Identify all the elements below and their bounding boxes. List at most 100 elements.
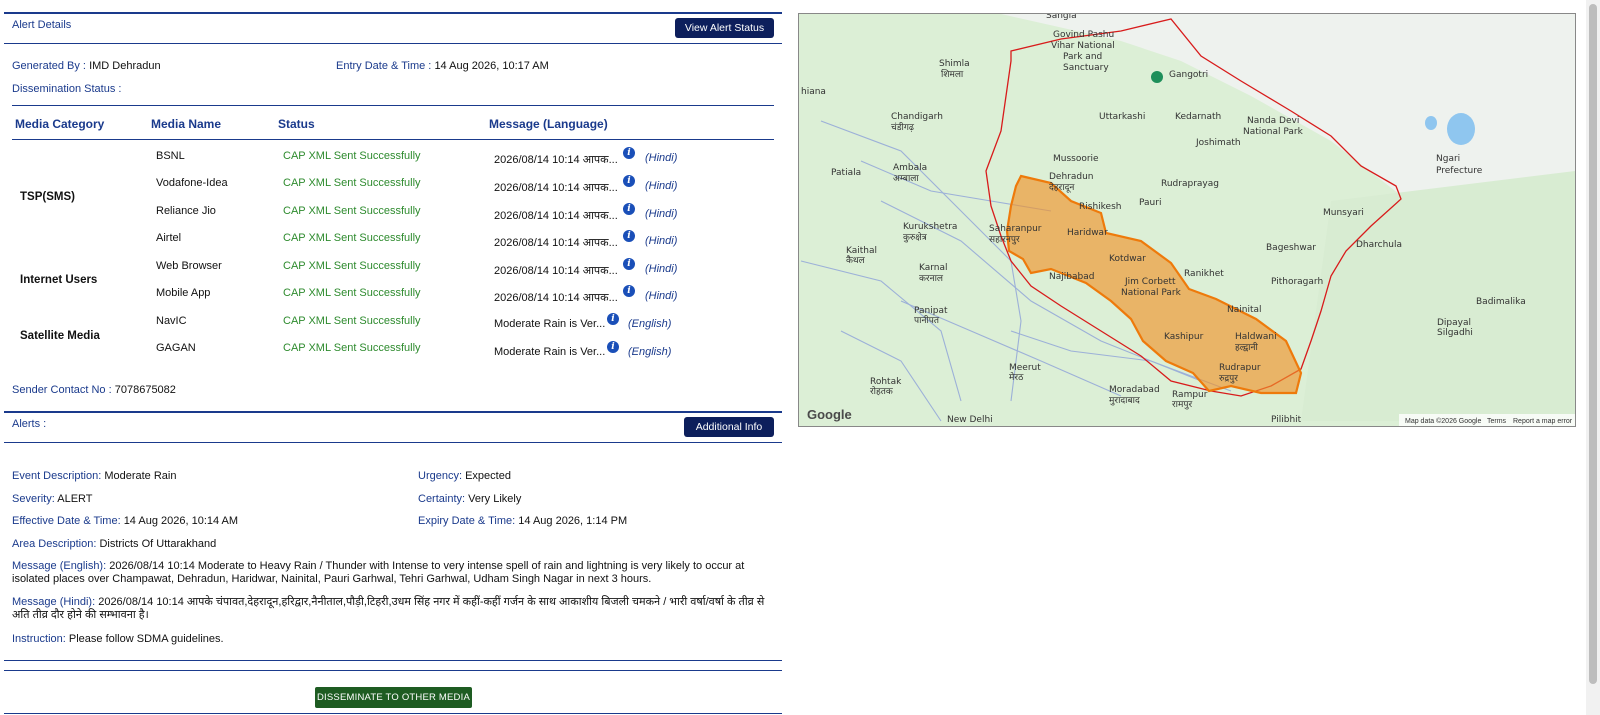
info-icon[interactable]: i (623, 147, 635, 159)
divider (4, 670, 782, 671)
message-language: (Hindi) (645, 152, 678, 164)
info-icon[interactable]: i (623, 203, 635, 215)
header-message-language: Message (Language) (489, 117, 608, 131)
map-place-label: Badimalika (1476, 297, 1526, 307)
gangotri-marker-icon (1151, 71, 1163, 83)
message-language: (Hindi) (645, 180, 678, 192)
map-place-label: Rudrapur (1219, 363, 1261, 373)
map-place-label: Panipat (914, 306, 948, 316)
certainty-label: Certainty: (418, 493, 466, 505)
map-place-label: Pithoragarh (1271, 277, 1323, 287)
map-attribution: Map data ©2026 Google (1405, 417, 1481, 425)
map-place-label: Ngari (1436, 154, 1460, 164)
map-place-label: चंडीगढ़ (891, 121, 915, 133)
message-preview: Moderate Rain is Ver... (494, 318, 606, 330)
map-place-label: Jim Corbett (1124, 277, 1176, 287)
generated-by-label: Generated By : (12, 60, 86, 72)
status-text: CAP XML Sent Successfully (283, 150, 421, 162)
map-place-label: Joshimath (1195, 138, 1241, 148)
map-place-label: सहारनपुर (989, 235, 1020, 245)
info-icon[interactable]: i (623, 285, 635, 297)
message-hindi-label: Message (Hindi): (12, 596, 96, 608)
map-place-label: National Park (1121, 288, 1182, 298)
message-hindi-value: 2026/08/14 10:14 आपके चंपावत,देहरादून,हर… (12, 596, 765, 621)
map-place-label: Karnal (919, 263, 948, 273)
map-place-label: करनाल (919, 274, 944, 284)
message-english-label: Message (English): (12, 560, 107, 572)
map-place-label: Mussoorie (1053, 154, 1099, 164)
map-place-label: Silgadhi (1437, 328, 1473, 338)
urgency: Urgency: Expected (418, 470, 511, 482)
map-place-label: Rudraprayag (1161, 179, 1219, 189)
alerts-heading: Alerts : (12, 418, 47, 430)
area-description-value: Districts Of Uttarakhand (99, 538, 217, 550)
map-lake (1425, 116, 1437, 130)
info-icon[interactable]: i (607, 341, 619, 353)
google-logo: Google (807, 407, 852, 422)
additional-info-button[interactable]: Additional Info (684, 417, 774, 437)
map-place-label: Sangla (1046, 14, 1077, 21)
area-description: Area Description: Districts Of Uttarakha… (12, 538, 216, 550)
message-language: (English) (628, 346, 672, 358)
map-canvas[interactable]: Sangla Govind PashuVihar NationalPark and… (799, 14, 1575, 426)
map-place-label: पानीपत (914, 314, 940, 326)
urgency-label: Urgency: (418, 470, 463, 482)
message-preview: 2026/08/14 10:14 आपक... (494, 237, 618, 249)
map-place-label: Bageshwar (1266, 243, 1316, 253)
divider (4, 660, 782, 661)
map-place-label: Park and (1063, 52, 1102, 62)
disseminate-to-other-media-button[interactable]: DISSEMINATE TO OTHER MEDIA (315, 687, 472, 708)
message-hindi: Message (Hindi): 2026/08/14 10:14 आपके च… (12, 596, 772, 622)
message-preview: 2026/08/14 10:14 आपक... (494, 210, 618, 222)
info-icon[interactable]: i (607, 313, 619, 325)
map-place-label: Nainital (1227, 305, 1262, 315)
info-icon[interactable]: i (623, 230, 635, 242)
map-place-label: Vihar National (1051, 41, 1115, 51)
scrollbar-thumb[interactable] (1589, 4, 1597, 684)
message-language: (Hindi) (645, 290, 678, 302)
vertical-scrollbar[interactable] (1586, 0, 1600, 715)
view-alert-status-button[interactable]: View Alert Status (675, 18, 774, 38)
message-language: (Hindi) (645, 235, 678, 247)
map-place-label: Najibabad (1049, 272, 1094, 282)
media-name: Reliance Jio (156, 205, 216, 217)
event-description-value: Moderate Rain (104, 470, 177, 482)
instruction-value: Please follow SDMA guidelines. (68, 633, 224, 645)
map-place-label: Kaithal (846, 246, 877, 256)
map-panel[interactable]: Sangla Govind Pashu Vihar National Park and… (798, 13, 1576, 427)
table-top-border (12, 105, 774, 106)
table-header-border (12, 139, 774, 140)
map-place-label: देहरादून (1049, 181, 1075, 193)
effective-date-label: Effective Date & Time: (12, 515, 121, 527)
map-place-label: Dehradun (1049, 172, 1094, 182)
map-place-label: Pilibhit (1271, 415, 1302, 425)
map-place-label: Chandigarh (891, 112, 943, 122)
map-place-label: Kurukshetra (903, 222, 957, 232)
info-icon[interactable]: i (623, 258, 635, 270)
map-place-label: Shimla (939, 59, 970, 69)
certainty: Certainty: Very Likely (418, 493, 521, 505)
effective-date-value: 14 Aug 2026, 10:14 AM (123, 515, 239, 527)
map-place-label: Rishikesh (1079, 202, 1121, 212)
status-text: CAP XML Sent Successfully (283, 342, 421, 354)
map-place-label: Kotdwar (1109, 254, 1146, 264)
map-place-label: Ranikhet (1184, 269, 1224, 279)
message-preview: Moderate Rain is Ver... (494, 346, 606, 358)
map-place-label: hiana (801, 87, 826, 97)
map-place-label: Patiala (831, 168, 861, 178)
map-place-label: Dipayal (1437, 318, 1471, 328)
entry-date-time: Entry Date & Time : 14 Aug 2026, 10:17 A… (336, 60, 549, 72)
map-place-label: Kedarnath (1175, 112, 1221, 122)
message-preview: 2026/08/14 10:14 आपक... (494, 292, 618, 304)
divider (4, 713, 782, 714)
map-place-label: Munsyari (1323, 208, 1364, 218)
status-text: CAP XML Sent Successfully (283, 177, 421, 189)
info-icon[interactable]: i (623, 175, 635, 187)
map-place-label: मेरठ (1009, 371, 1024, 383)
map-place-label: Rohtak (870, 377, 902, 387)
map-place-label: रामपुर (1172, 400, 1193, 410)
map-place-label: Haldwani (1235, 332, 1277, 342)
map-place-label: Sanctuary (1063, 63, 1109, 73)
sender-contact-label: Sender Contact No : (12, 384, 112, 396)
severity-label: Severity: (12, 493, 55, 505)
